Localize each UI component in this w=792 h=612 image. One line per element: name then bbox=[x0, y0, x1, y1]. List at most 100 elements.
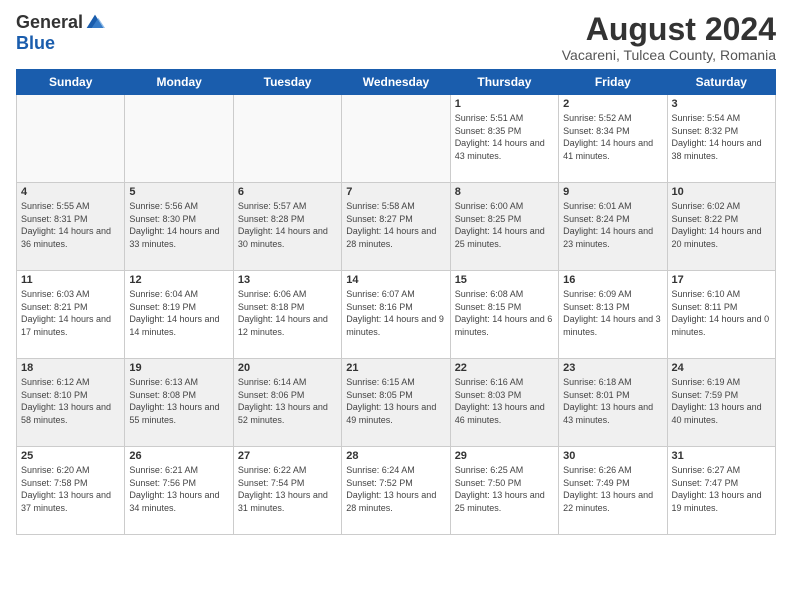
cell-info: Sunrise: 5:56 AM Sunset: 8:30 PM Dayligh… bbox=[129, 200, 228, 250]
calendar-cell bbox=[233, 95, 341, 183]
cell-info: Sunrise: 5:55 AM Sunset: 8:31 PM Dayligh… bbox=[21, 200, 120, 250]
cell-info: Sunrise: 6:25 AM Sunset: 7:50 PM Dayligh… bbox=[455, 464, 554, 514]
cell-info: Sunrise: 5:51 AM Sunset: 8:35 PM Dayligh… bbox=[455, 112, 554, 162]
week-row-3: 11Sunrise: 6:03 AM Sunset: 8:21 PM Dayli… bbox=[17, 271, 776, 359]
calendar-cell: 29 Sunrise: 6:25 AM Sunset: 7:50 PM Dayli… bbox=[450, 447, 558, 535]
cell-date: 29 bbox=[455, 450, 554, 462]
cell-date: 31 bbox=[672, 450, 771, 462]
cell-date: 6 bbox=[238, 186, 337, 198]
cell-info: Sunrise: 6:27 AM Sunset: 7:47 PM Dayligh… bbox=[672, 464, 771, 514]
cell-date: 10 bbox=[672, 186, 771, 198]
cell-info: Sunrise: 6:13 AM Sunset: 8:08 PM Dayligh… bbox=[129, 376, 228, 426]
cell-date: 15 bbox=[455, 274, 554, 286]
calendar-cell: 20 Sunrise: 6:14 AM Sunset: 8:06 PM Dayli… bbox=[233, 359, 341, 447]
logo-icon bbox=[85, 13, 105, 33]
cell-info: Sunrise: 6:14 AM Sunset: 8:06 PM Dayligh… bbox=[238, 376, 337, 426]
calendar-cell: 4 Sunrise: 5:55 AM Sunset: 8:31 PM Daylig… bbox=[17, 183, 125, 271]
day-header-sunday: Sunday bbox=[17, 70, 125, 95]
calendar-cell: 3 Sunrise: 5:54 AM Sunset: 8:32 PM Daylig… bbox=[667, 95, 775, 183]
cell-info: Sunrise: 6:15 AM Sunset: 8:05 PM Dayligh… bbox=[346, 376, 445, 426]
cell-date: 22 bbox=[455, 362, 554, 374]
calendar-cell: 8Sunrise: 6:00 AM Sunset: 8:25 PM Daylig… bbox=[450, 183, 558, 271]
cell-info: Sunrise: 5:52 AM Sunset: 8:34 PM Dayligh… bbox=[563, 112, 662, 162]
cell-info: Sunrise: 6:26 AM Sunset: 7:49 PM Dayligh… bbox=[563, 464, 662, 514]
cell-date: 19 bbox=[129, 362, 228, 374]
calendar-table: SundayMondayTuesdayWednesdayThursdayFrid… bbox=[16, 69, 776, 535]
calendar-cell: 23Sunrise: 6:18 AM Sunset: 8:01 PM Dayli… bbox=[559, 359, 667, 447]
logo-general: General bbox=[16, 12, 83, 33]
day-header-tuesday: Tuesday bbox=[233, 70, 341, 95]
day-header-monday: Monday bbox=[125, 70, 233, 95]
cell-date: 20 bbox=[238, 362, 337, 374]
cell-info: Sunrise: 6:02 AM Sunset: 8:22 PM Dayligh… bbox=[672, 200, 771, 250]
cell-info: Sunrise: 6:24 AM Sunset: 7:52 PM Dayligh… bbox=[346, 464, 445, 514]
calendar-cell bbox=[17, 95, 125, 183]
cell-date: 16 bbox=[563, 274, 662, 286]
cell-date: 24 bbox=[672, 362, 771, 374]
cell-date: 2 bbox=[563, 98, 662, 110]
calendar-cell: 11Sunrise: 6:03 AM Sunset: 8:21 PM Dayli… bbox=[17, 271, 125, 359]
day-header-thursday: Thursday bbox=[450, 70, 558, 95]
calendar-cell bbox=[342, 95, 450, 183]
calendar-cell: 27 Sunrise: 6:22 AM Sunset: 7:54 PM Dayli… bbox=[233, 447, 341, 535]
logo-blue: Blue bbox=[16, 33, 55, 54]
calendar-cell: 13Sunrise: 6:06 AM Sunset: 8:18 PM Dayli… bbox=[233, 271, 341, 359]
calendar-cell: 22 Sunrise: 6:16 AM Sunset: 8:03 PM Dayli… bbox=[450, 359, 558, 447]
logo: General Blue bbox=[16, 12, 105, 54]
cell-date: 8 bbox=[455, 186, 554, 198]
calendar-cell: 1Sunrise: 5:51 AM Sunset: 8:35 PM Daylig… bbox=[450, 95, 558, 183]
calendar-cell bbox=[125, 95, 233, 183]
cell-info: Sunrise: 6:16 AM Sunset: 8:03 PM Dayligh… bbox=[455, 376, 554, 426]
calendar-cell: 5 Sunrise: 5:56 AM Sunset: 8:30 PM Daylig… bbox=[125, 183, 233, 271]
cell-date: 25 bbox=[21, 450, 120, 462]
calendar-cell: 18 Sunrise: 6:12 AM Sunset: 8:10 PM Dayli… bbox=[17, 359, 125, 447]
cell-info: Sunrise: 6:06 AM Sunset: 8:18 PM Dayligh… bbox=[238, 288, 337, 338]
calendar-cell: 17 Sunrise: 6:10 AM Sunset: 8:11 PM Dayli… bbox=[667, 271, 775, 359]
calendar-cell: 30 Sunrise: 6:26 AM Sunset: 7:49 PM Dayli… bbox=[559, 447, 667, 535]
header: General Blue August 2024 Vacareni, Tulce… bbox=[16, 12, 776, 63]
location: Vacareni, Tulcea County, Romania bbox=[562, 47, 776, 63]
cell-date: 4 bbox=[21, 186, 120, 198]
calendar-cell: 9Sunrise: 6:01 AM Sunset: 8:24 PM Daylig… bbox=[559, 183, 667, 271]
page: General Blue August 2024 Vacareni, Tulce… bbox=[0, 0, 792, 612]
cell-info: Sunrise: 5:57 AM Sunset: 8:28 PM Dayligh… bbox=[238, 200, 337, 250]
title-section: August 2024 Vacareni, Tulcea County, Rom… bbox=[562, 12, 776, 63]
cell-date: 3 bbox=[672, 98, 771, 110]
cell-date: 23 bbox=[563, 362, 662, 374]
cell-date: 12 bbox=[129, 274, 228, 286]
cell-info: Sunrise: 5:54 AM Sunset: 8:32 PM Dayligh… bbox=[672, 112, 771, 162]
calendar-cell: 31 Sunrise: 6:27 AM Sunset: 7:47 PM Dayli… bbox=[667, 447, 775, 535]
calendar-cell: 25Sunrise: 6:20 AM Sunset: 7:58 PM Dayli… bbox=[17, 447, 125, 535]
week-row-2: 4 Sunrise: 5:55 AM Sunset: 8:31 PM Daylig… bbox=[17, 183, 776, 271]
calendar-cell: 21 Sunrise: 6:15 AM Sunset: 8:05 PM Dayli… bbox=[342, 359, 450, 447]
cell-info: Sunrise: 6:10 AM Sunset: 8:11 PM Dayligh… bbox=[672, 288, 771, 338]
cell-date: 27 bbox=[238, 450, 337, 462]
cell-info: Sunrise: 6:21 AM Sunset: 7:56 PM Dayligh… bbox=[129, 464, 228, 514]
cell-date: 21 bbox=[346, 362, 445, 374]
cell-date: 11 bbox=[21, 274, 120, 286]
day-header-wednesday: Wednesday bbox=[342, 70, 450, 95]
month-title: August 2024 bbox=[562, 12, 776, 47]
cell-date: 17 bbox=[672, 274, 771, 286]
cell-info: Sunrise: 6:19 AM Sunset: 7:59 PM Dayligh… bbox=[672, 376, 771, 426]
cell-date: 14 bbox=[346, 274, 445, 286]
cell-date: 26 bbox=[129, 450, 228, 462]
calendar-cell: 7Sunrise: 5:58 AM Sunset: 8:27 PM Daylig… bbox=[342, 183, 450, 271]
cell-info: Sunrise: 6:04 AM Sunset: 8:19 PM Dayligh… bbox=[129, 288, 228, 338]
day-header-row: SundayMondayTuesdayWednesdayThursdayFrid… bbox=[17, 70, 776, 95]
cell-info: Sunrise: 6:12 AM Sunset: 8:10 PM Dayligh… bbox=[21, 376, 120, 426]
calendar-cell: 2 Sunrise: 5:52 AM Sunset: 8:34 PM Daylig… bbox=[559, 95, 667, 183]
day-header-friday: Friday bbox=[559, 70, 667, 95]
calendar-cell: 15Sunrise: 6:08 AM Sunset: 8:15 PM Dayli… bbox=[450, 271, 558, 359]
week-row-5: 25Sunrise: 6:20 AM Sunset: 7:58 PM Dayli… bbox=[17, 447, 776, 535]
calendar-cell: 10 Sunrise: 6:02 AM Sunset: 8:22 PM Dayli… bbox=[667, 183, 775, 271]
cell-date: 5 bbox=[129, 186, 228, 198]
cell-date: 30 bbox=[563, 450, 662, 462]
calendar-cell: 19 Sunrise: 6:13 AM Sunset: 8:08 PM Dayli… bbox=[125, 359, 233, 447]
cell-info: Sunrise: 6:22 AM Sunset: 7:54 PM Dayligh… bbox=[238, 464, 337, 514]
cell-date: 18 bbox=[21, 362, 120, 374]
calendar-cell: 12 Sunrise: 6:04 AM Sunset: 8:19 PM Dayli… bbox=[125, 271, 233, 359]
day-header-saturday: Saturday bbox=[667, 70, 775, 95]
cell-date: 9 bbox=[563, 186, 662, 198]
calendar-cell: 14Sunrise: 6:07 AM Sunset: 8:16 PM Dayli… bbox=[342, 271, 450, 359]
